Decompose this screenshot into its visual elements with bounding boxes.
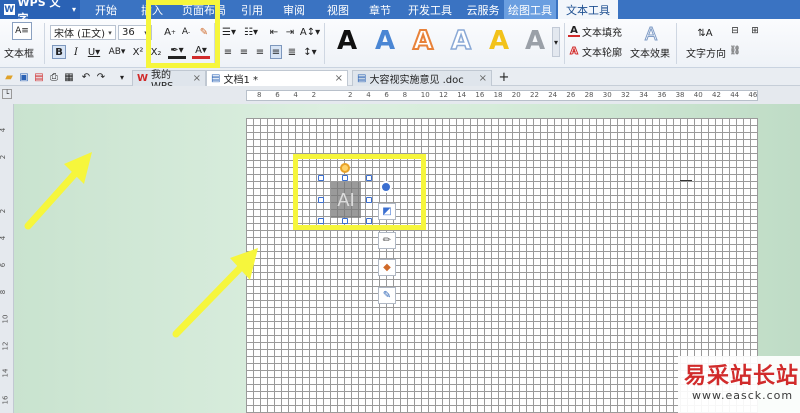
annotation-arrows [24, 152, 258, 338]
arrow-icon [24, 164, 84, 230]
arrow-icon [172, 258, 250, 338]
watermark-logo: 易采站长站 www.easck.com [678, 356, 800, 413]
watermark-title: 易采站长站 [684, 363, 800, 389]
watermark-url: www.easck.com [692, 389, 794, 402]
